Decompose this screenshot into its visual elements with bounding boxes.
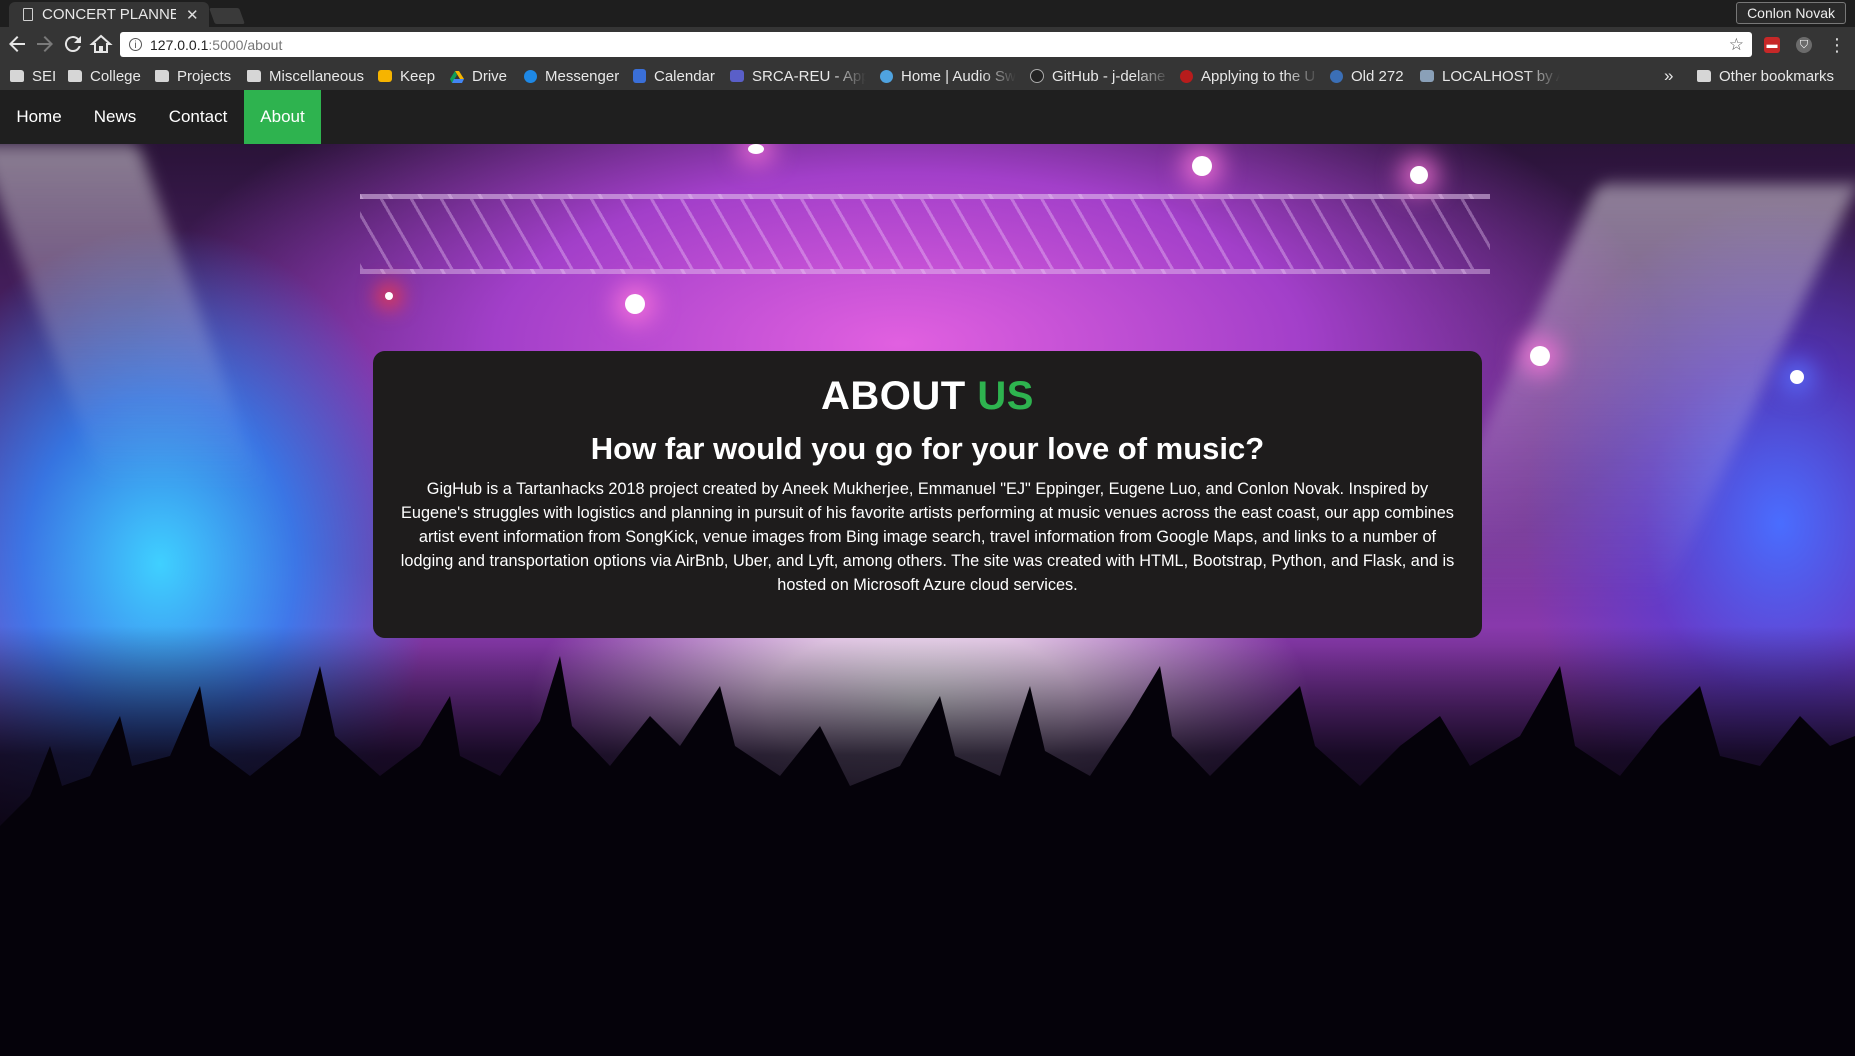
bookmark-college[interactable]: College [68, 66, 141, 86]
reload-icon[interactable] [61, 32, 85, 56]
url-path: :5000/about [208, 36, 283, 53]
address-bar[interactable]: i 127.0.0.1:5000/about ☆ [120, 32, 1752, 57]
folder-icon [10, 70, 24, 82]
extension-mail-icon[interactable]: ▬ [1764, 37, 1780, 53]
bookmarks-bar: SEI College Projects Miscellaneous Keep … [0, 62, 1855, 90]
bookmark-srca-reu[interactable]: SRCA-REU - Appl [730, 66, 866, 86]
folder-icon [247, 70, 261, 82]
folder-icon [155, 70, 169, 82]
stage-spotlight [625, 294, 645, 314]
browser-tab[interactable]: CONCERT PLANNER ✕ [9, 2, 209, 27]
stage-spotlight [1192, 156, 1212, 176]
bookmark-miscellaneous[interactable]: Miscellaneous [247, 66, 364, 86]
tab-title: CONCERT PLANNER [42, 6, 176, 23]
home-icon[interactable] [89, 32, 113, 56]
bookmark-localhost[interactable]: LOCALHOST by A [1420, 66, 1560, 86]
bookmark-audio[interactable]: Home | Audio Sw [880, 66, 1016, 86]
globe-icon [1330, 69, 1343, 83]
browser-tabstrip: CONCERT PLANNER ✕ Conlon Novak [0, 0, 1855, 27]
bookmark-star-icon[interactable]: ☆ [1729, 35, 1744, 55]
back-arrow-icon[interactable] [5, 32, 29, 56]
red-icon [1180, 69, 1193, 83]
form-icon [730, 70, 744, 82]
menu-kebab-icon[interactable]: ⋮ [1828, 36, 1846, 54]
nav-news[interactable]: News [78, 90, 152, 144]
stage-spotlight [1530, 346, 1550, 366]
forward-arrow-icon[interactable] [33, 32, 57, 56]
nav-contact[interactable]: Contact [152, 90, 244, 144]
extension-shield-icon[interactable]: ⛉ [1796, 37, 1812, 53]
bookmarks-overflow-button[interactable]: » [1664, 66, 1673, 86]
new-tab-button[interactable] [209, 8, 245, 24]
stage-spotlight [1790, 370, 1804, 384]
stage-truss [360, 194, 1490, 274]
bookmark-projects[interactable]: Projects [155, 66, 231, 86]
keep-icon [378, 70, 392, 82]
bookmark-drive[interactable]: Drive [450, 66, 507, 86]
drive-icon [450, 70, 464, 83]
bookmark-other-bookmarks[interactable]: Other bookmarks [1697, 66, 1834, 86]
bookmark-sei[interactable]: SEI [10, 66, 56, 86]
image-icon [1420, 70, 1434, 82]
about-subtitle: How far would you go for your love of mu… [590, 431, 1265, 466]
stage-spotlight [385, 292, 393, 300]
site-info-icon[interactable]: i [129, 38, 142, 51]
profile-button[interactable]: Conlon Novak [1736, 2, 1846, 24]
nav-about[interactable]: About [244, 90, 321, 144]
bookmark-calendar[interactable]: Calendar [633, 66, 715, 86]
bookmark-keep[interactable]: Keep [378, 66, 435, 86]
stage-spotlight [1410, 166, 1428, 184]
calendar-icon [633, 69, 646, 83]
about-title-main: ABOUT [821, 374, 966, 418]
bookmark-old-272[interactable]: Old 272 [1330, 66, 1404, 86]
crowd-silhouette [0, 626, 1855, 1056]
messenger-icon [524, 69, 537, 83]
tab-close-icon[interactable]: ✕ [186, 6, 199, 24]
document-icon [23, 8, 33, 21]
browser-toolbar: i 127.0.0.1:5000/about ☆ ▬ ⛉ ⋮ [0, 27, 1855, 62]
site-navbar: Home News Contact About [0, 90, 1855, 144]
bookmark-github[interactable]: GitHub - j-delane [1030, 66, 1170, 86]
github-icon [1030, 69, 1044, 83]
light-beam [0, 144, 262, 484]
stage-spotlight [748, 144, 764, 154]
folder-icon [1697, 70, 1711, 82]
about-title: ABOUT US [395, 373, 1460, 419]
about-title-accent: US [977, 374, 1034, 418]
crowd-hands-silhouette [0, 656, 1855, 1056]
audio-icon [880, 69, 893, 83]
about-description: GigHub is a Tartanhacks 2018 project cre… [400, 480, 1455, 594]
about-card: ABOUT US How far would you go for your l… [373, 351, 1482, 638]
bookmark-messenger[interactable]: Messenger [524, 66, 619, 86]
bookmark-applying[interactable]: Applying to the U [1180, 66, 1320, 86]
url-host: 127.0.0.1 [150, 36, 209, 53]
nav-home[interactable]: Home [0, 90, 78, 144]
folder-icon [68, 70, 82, 82]
